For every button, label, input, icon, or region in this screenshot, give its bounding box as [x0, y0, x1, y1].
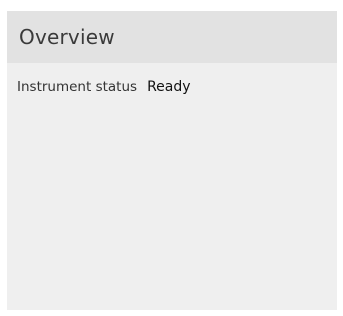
overview-panel: Overview Instrument status Ready	[7, 11, 337, 310]
instrument-status-label: Instrument status	[17, 79, 138, 95]
overview-title: Overview	[19, 25, 115, 49]
instrument-status-row: Instrument status Ready	[17, 79, 337, 95]
overview-header: Overview	[7, 11, 337, 63]
instrument-status-value: Ready	[147, 79, 191, 95]
overview-body: Instrument status Ready	[7, 63, 337, 95]
